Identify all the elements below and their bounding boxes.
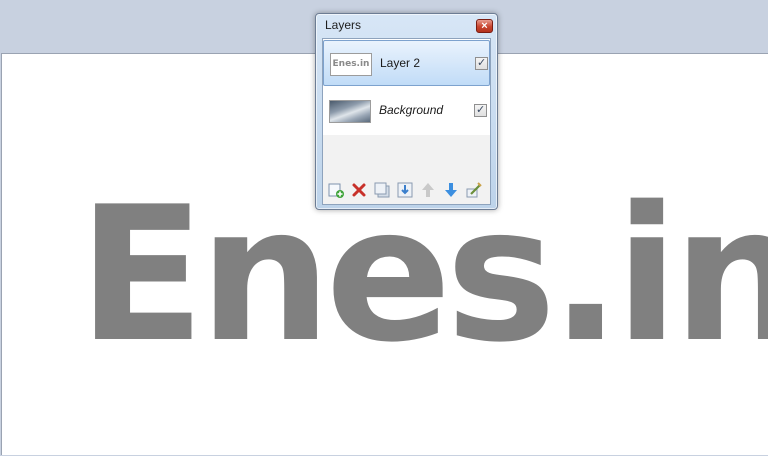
- layer-thumbnail: Enes.in: [330, 53, 372, 76]
- layer-visibility-checkbox[interactable]: ✓: [475, 57, 488, 70]
- add-layer-button[interactable]: [327, 181, 345, 199]
- layers-toolbar: [327, 181, 487, 201]
- layer-name: Background: [379, 103, 444, 117]
- layer-name: Layer 2: [380, 56, 421, 70]
- close-icon: ×: [481, 20, 488, 32]
- merge-layer-down-icon: [397, 182, 413, 198]
- layer-properties-icon: [466, 182, 482, 198]
- move-layer-down-icon: [445, 183, 457, 197]
- merge-layer-down-button[interactable]: [396, 181, 414, 199]
- window-title: Layers: [325, 18, 362, 32]
- delete-layer-icon: [352, 183, 366, 197]
- close-button[interactable]: ×: [476, 19, 493, 33]
- layers-panel: Enes.in Layer 2 ✓ Background ✓: [322, 38, 491, 205]
- checkmark-icon: ✓: [477, 57, 487, 69]
- move-layer-down-button[interactable]: [442, 181, 460, 199]
- duplicate-layer-button[interactable]: [373, 181, 391, 199]
- layers-window: Layers × Enes.in Layer 2 ✓ Background ✓: [315, 13, 498, 210]
- duplicate-layer-icon: [374, 182, 390, 198]
- layer-visibility-checkbox[interactable]: ✓: [474, 104, 487, 117]
- layer-row-layer-2[interactable]: Enes.in Layer 2 ✓: [323, 40, 490, 86]
- checkmark-icon: ✓: [476, 104, 486, 116]
- layer-properties-button[interactable]: [465, 181, 483, 199]
- thumbnail-text: Enes.in: [332, 59, 370, 69]
- layer-row-background[interactable]: Background ✓: [323, 88, 490, 134]
- move-layer-up-icon: [422, 183, 434, 197]
- move-layer-up-button[interactable]: [419, 181, 437, 199]
- delete-layer-button[interactable]: [350, 181, 368, 199]
- layer-list: Enes.in Layer 2 ✓ Background ✓: [323, 39, 490, 135]
- add-layer-icon: [328, 183, 344, 198]
- layer-thumbnail: [329, 100, 371, 123]
